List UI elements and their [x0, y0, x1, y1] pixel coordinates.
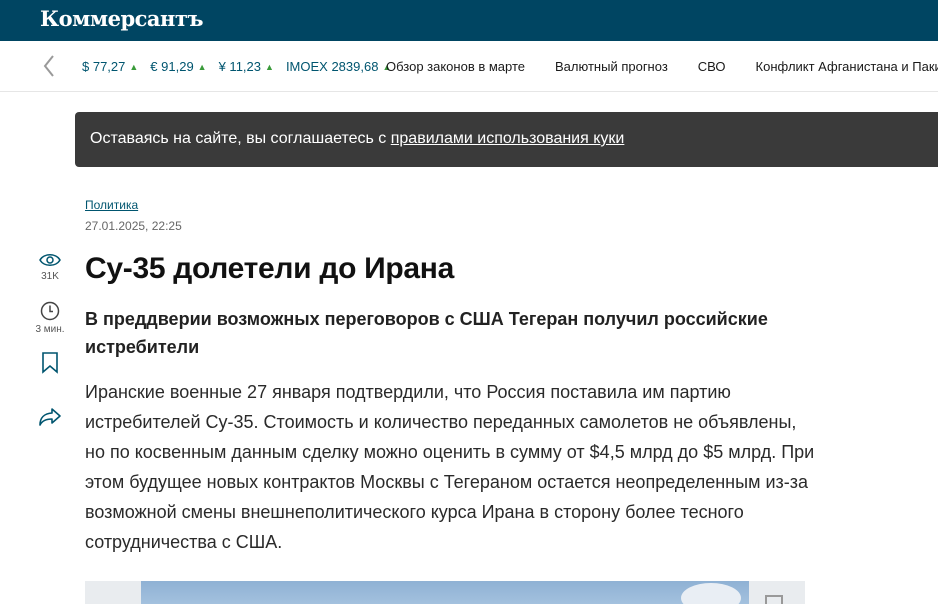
chevron-left-icon[interactable]: [40, 53, 60, 79]
bookmark-icon: [42, 352, 58, 374]
topic-link-svo[interactable]: СВО: [698, 59, 726, 74]
cookie-banner: Оставаясь на сайте, вы соглашаетесь с пр…: [75, 112, 938, 167]
cookie-policy-link[interactable]: правилами использования куки: [391, 130, 625, 147]
triangle-up-icon: ▲: [197, 61, 207, 72]
views-counter: 31K: [34, 252, 66, 282]
photo-cloud: [681, 583, 741, 604]
photo-image: [141, 581, 749, 604]
views-count: 31K: [41, 271, 59, 282]
read-time-value: 3 мин.: [35, 324, 65, 335]
read-time: 3 мин.: [34, 301, 66, 335]
site-header: Коммерсантъ: [0, 0, 938, 41]
topic-link-currency[interactable]: Валютный прогноз: [555, 59, 668, 74]
topic-link-laws[interactable]: Обзор законов в марте: [386, 59, 525, 74]
cookie-text: Оставаясь на сайте, вы соглашаетесь с: [90, 130, 391, 147]
quote-usd[interactable]: $ 77,27 ▲: [82, 59, 138, 74]
share-button[interactable]: [34, 407, 66, 427]
article-title: Су-35 долетели до Ирана: [85, 252, 455, 285]
quote-cny[interactable]: ¥ 11,23 ▲: [219, 59, 274, 74]
clock-icon: [40, 301, 60, 321]
site-logo[interactable]: Коммерсантъ: [40, 6, 204, 31]
triangle-up-icon: ▲: [265, 61, 274, 72]
article-subtitle: В преддверии возможных переговоров с США…: [85, 309, 768, 357]
topic-links: Обзор законов в марте Валютный прогноз С…: [386, 59, 938, 74]
ticker-bar: $ 77,27 ▲ € 91,29 ▲ ¥ 11,23 ▲ IMOEX 2839,68…: [0, 41, 938, 92]
triangle-up-icon: ▲: [129, 61, 139, 72]
rubric-link[interactable]: Политика: [85, 198, 138, 212]
article-photo[interactable]: [85, 581, 805, 604]
topic-link-conflict[interactable]: Конфликт Афганистана и Пакистана: [756, 59, 938, 74]
quote-eur[interactable]: € 91,29 ▲: [150, 59, 206, 74]
expand-icon[interactable]: [765, 595, 783, 604]
share-icon: [39, 408, 61, 426]
bookmark-button[interactable]: [34, 352, 66, 374]
eye-icon: [39, 254, 61, 266]
quote-imoex[interactable]: IMOEX 2839,68 ▲: [286, 59, 391, 74]
currency-quotes: $ 77,27 ▲ € 91,29 ▲ ¥ 11,23 ▲ IMOEX 2839,68…: [82, 59, 403, 74]
publish-date: 27.01.2025, 22:25: [85, 219, 182, 233]
article-lead: Иранские военные 27 января подтвердили, …: [85, 382, 815, 552]
